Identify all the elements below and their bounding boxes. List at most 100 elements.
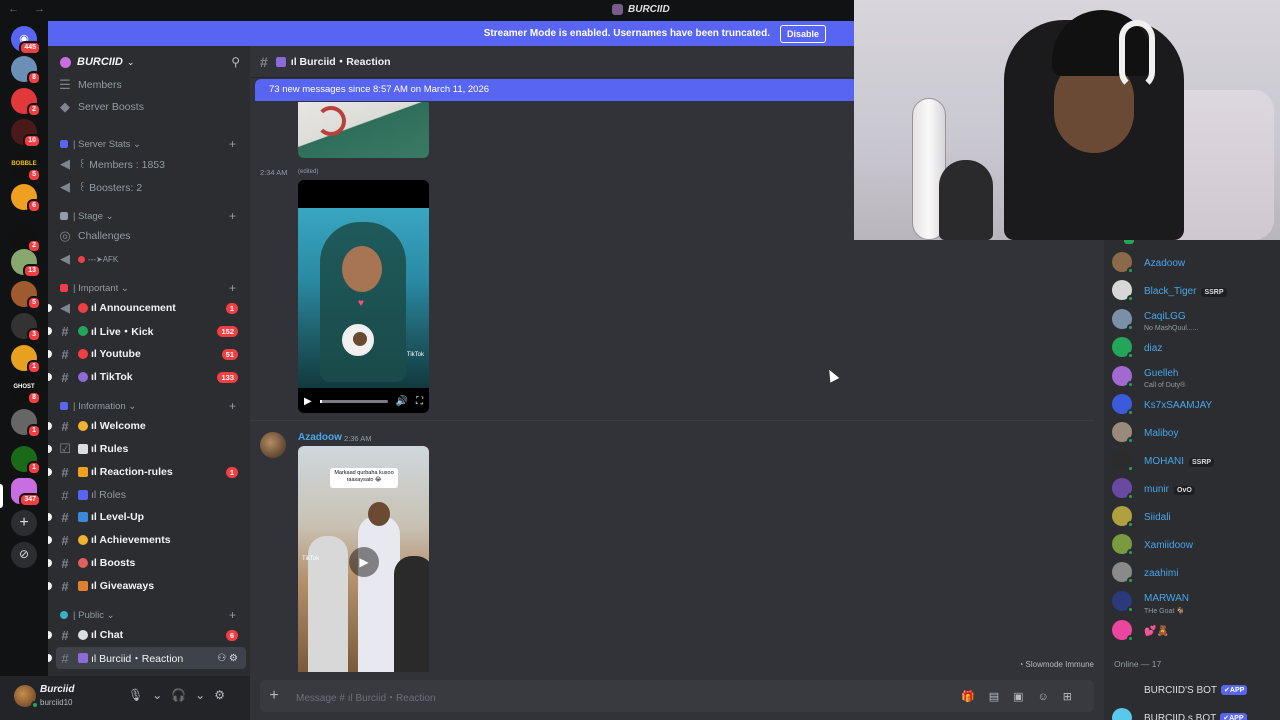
server-icon-7[interactable]: 13 [11, 249, 41, 278]
avatar [1112, 366, 1134, 388]
category-information[interactable]: | Information ⌄ + [60, 398, 246, 414]
add-channel-icon[interactable]: + [229, 209, 236, 223]
video-attachment[interactable]: TikTok ♥ ▶ 🔊 ⛶ [298, 180, 429, 413]
channel-boosts[interactable]: # ıl Boosts [48, 552, 246, 574]
server-icon-6[interactable]: 2 [11, 224, 41, 253]
server-icon-11[interactable]: GHOST 8 [11, 376, 41, 405]
play-icon[interactable]: ▶ [349, 547, 379, 577]
channel-burciid-reaction[interactable]: # ıl Burciid・Reaction ⚇ ⚙ [48, 647, 246, 669]
hash-icon: # [61, 532, 69, 548]
video-progress[interactable] [319, 399, 388, 403]
channel-giveaways[interactable]: # ıl Giveaways [48, 575, 246, 597]
server-icon-10[interactable]: 1 [11, 345, 41, 374]
member-item[interactable]: Xamiidoow [1112, 530, 1280, 558]
channel-youtube[interactable]: # ıl Youtube 51 [48, 343, 246, 365]
server-icon-2[interactable]: 2 [11, 88, 41, 117]
add-channel-icon[interactable]: + [229, 281, 236, 295]
bot-member-item[interactable]: BURCIID'S BOT ✔APP [1112, 676, 1280, 704]
speaker-icon: ◀ [60, 179, 70, 194]
badge: 8 [27, 391, 41, 405]
image-attachment[interactable] [298, 102, 429, 158]
server-icon-9[interactable]: 3 [11, 313, 41, 342]
composer-tools[interactable]: 🎁▤▣☺⊞ [961, 690, 1086, 703]
channel-live-kick[interactable]: # ıl Live・Kick 152 [48, 320, 246, 342]
discover-icon[interactable]: ⊘ [11, 542, 37, 568]
member-item[interactable]: Black_Tiger SSRP [1112, 276, 1280, 304]
member-item[interactable]: diaz [1112, 333, 1280, 361]
mention-badge: 152 [217, 325, 238, 337]
avatar [1112, 422, 1134, 444]
online-status-icon [1127, 295, 1134, 302]
nav-arrows[interactable]: ← → [8, 3, 51, 15]
channel-roles[interactable]: # ıl Roles [56, 484, 246, 506]
server-icon-burciid[interactable]: 347 [11, 478, 41, 507]
voice-controls[interactable]: 🎙⌄🎧⌄⚙ [128, 688, 234, 702]
server-icon-13[interactable]: 1 [11, 446, 41, 475]
add-channel-icon[interactable]: + [229, 399, 236, 413]
message-composer[interactable]: + Message # ıl Burciid・Reaction 🎁▤▣☺⊞ [260, 680, 1094, 712]
member-item[interactable]: CaqiLGG No MashQuul...... [1112, 305, 1280, 333]
channel-tiktok[interactable]: # ıl TikTok 133 [48, 366, 246, 388]
stage-challenges[interactable]: ◎ Challenges [56, 225, 246, 247]
tiktok-watermark: TikTok [406, 352, 424, 358]
server-icon-1[interactable]: 8 [11, 56, 41, 85]
member-item[interactable]: Guelleh Call of Duty® [1112, 362, 1280, 390]
face [342, 246, 382, 292]
channel-rules[interactable]: ☑ ıl Rules [48, 438, 246, 460]
add-channel-icon[interactable]: + [229, 137, 236, 151]
member-item[interactable]: MOHANI SSRP [1112, 446, 1280, 474]
volume-icon[interactable]: 🔊 [396, 396, 408, 407]
hash-icon: # [61, 418, 69, 434]
voice-members-count[interactable]: ◀ ꒰ Members : 1853 [56, 153, 246, 175]
voice-boosters-count[interactable]: ◀ ꒰ Boosters: 2 [56, 176, 246, 198]
channel-level-up[interactable]: # ıl Level-Up [48, 506, 246, 528]
member-tag: OvO [1174, 486, 1195, 495]
channel-achievements[interactable]: # ıl Achievements [48, 529, 246, 551]
member-item[interactable]: munir OvO [1112, 474, 1280, 502]
server-icon-3[interactable]: 10 [11, 119, 41, 148]
composer-placeholder[interactable]: Message # ıl Burciid・Reaction [296, 689, 436, 704]
info-icon [60, 402, 68, 410]
category-important[interactable]: | Important ⌄ + [60, 280, 246, 296]
members-link[interactable]: ☰ Members [56, 74, 246, 96]
message-timestamp: 2:36 AM [344, 434, 372, 443]
server-boosts-link[interactable]: ◆ Server Boosts [56, 96, 246, 118]
server-icon-4[interactable]: BOBBLE 5 [11, 153, 41, 182]
member-item[interactable]: Maliboy [1112, 418, 1280, 446]
member-item[interactable]: zaahimi [1112, 558, 1280, 586]
bot-member-item[interactable]: BURCIID,s BOT ✔APP [1112, 704, 1280, 720]
label: ıl Giveaways [91, 580, 155, 592]
message-author[interactable]: Azadoow [298, 432, 342, 443]
server-icon-8[interactable]: 5 [11, 281, 41, 310]
category-public[interactable]: | Public ⌄ + [60, 607, 246, 623]
slowmode-immune-label: ◔ Slowmode Immune [1018, 660, 1094, 669]
member-item[interactable]: Ks7xSAAMJAY [1112, 390, 1280, 418]
home-button[interactable]: ◉ 445 [11, 26, 41, 55]
rocket-icon [78, 558, 88, 568]
category-server-stats[interactable]: | Server Stats ⌄ + [60, 136, 246, 152]
channel-reaction-rules[interactable]: # ıl Reaction-rules 1 [48, 461, 246, 483]
member-item[interactable]: Siidali [1112, 502, 1280, 530]
invite-icon[interactable]: ⚲ [231, 55, 240, 69]
slowmode-text: Slowmode Immune [1025, 660, 1094, 669]
add-channel-icon[interactable]: + [229, 608, 236, 622]
fullscreen-icon[interactable]: ⛶ [416, 396, 423, 407]
server-icon-12[interactable]: 1 [11, 409, 41, 438]
add-attachment-icon[interactable]: + [260, 687, 288, 705]
channel-settings-icon[interactable]: ⚇ ⚙ [217, 653, 238, 664]
channel-chat[interactable]: # ıl Chat 6 [48, 624, 246, 646]
server-icon-5[interactable]: 6 [11, 184, 41, 213]
add-server-icon[interactable]: + [11, 510, 37, 536]
member-item[interactable]: 💕🧸 [1112, 616, 1280, 644]
play-icon[interactable]: ▶ [304, 396, 312, 407]
category-stage[interactable]: | Stage ⌄ + [60, 208, 246, 224]
video-attachment[interactable]: Markaad qurbaha kusoo raaxaysato 😂 ▶ Tik… [298, 446, 429, 672]
member-item[interactable]: Azadoow [1112, 248, 1280, 276]
channel-announcement[interactable]: ◀ ıl Announcement 1 [48, 297, 246, 319]
member-item[interactable]: MARWAN THe Goat 🐐 [1112, 587, 1280, 615]
avatar[interactable] [260, 432, 286, 458]
voice-afk[interactable]: ◀ ---➤AFK [56, 248, 246, 270]
new-messages-bar[interactable]: 73 new messages since 8:57 AM on March 1… [255, 79, 859, 101]
disable-button[interactable]: Disable [779, 24, 826, 43]
channel-welcome[interactable]: # ıl Welcome [48, 415, 246, 437]
